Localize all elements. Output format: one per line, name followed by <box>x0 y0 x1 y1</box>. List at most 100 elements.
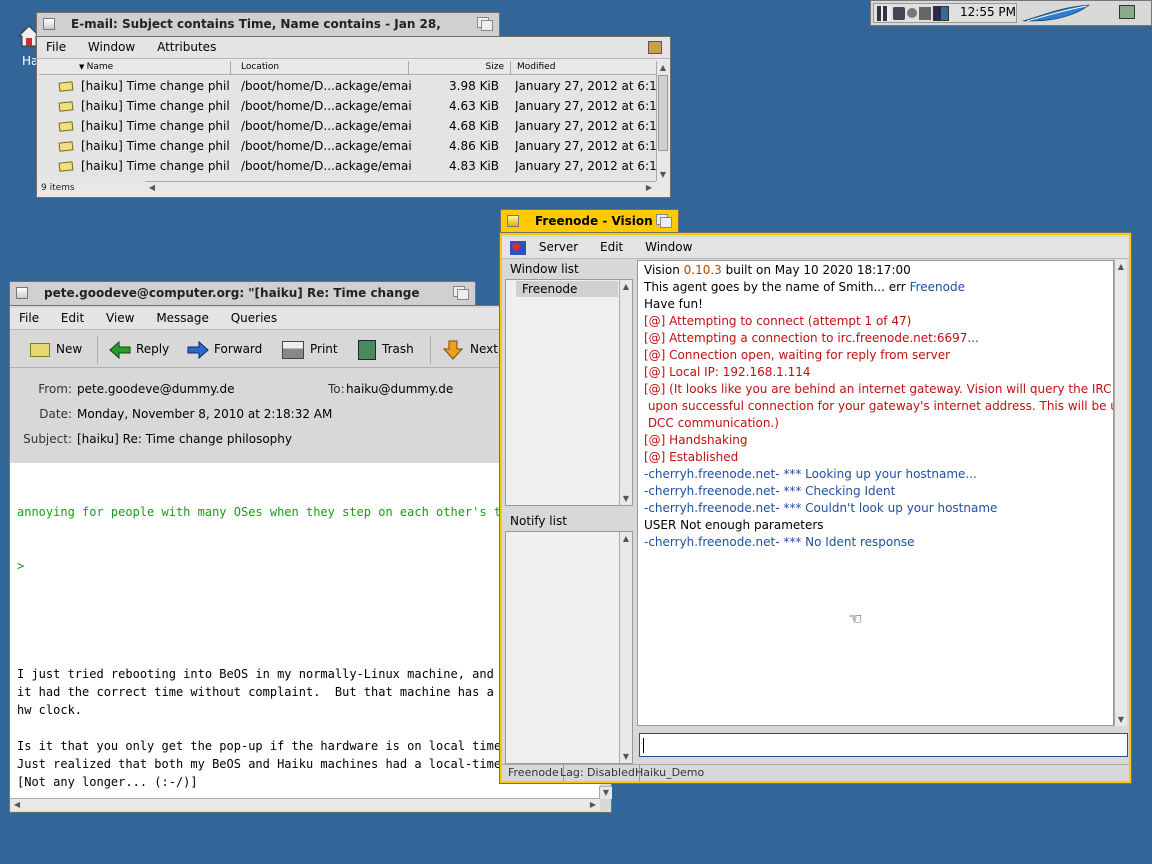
irc-log[interactable]: Vision 0.10.3 built on May 10 2020 18:17… <box>637 260 1114 726</box>
log-line: [@] (It looks like you are behind an int… <box>644 381 1112 398</box>
log-line: This agent goes by the name of Smith... … <box>644 279 1107 296</box>
printer-icon <box>282 340 304 359</box>
menu-file[interactable]: File <box>10 308 48 329</box>
query-vscroll[interactable]: ▲ ▼ <box>656 61 669 181</box>
menu-edit[interactable]: Edit <box>591 237 632 258</box>
log-segment: Freenode <box>909 280 965 294</box>
log-segment: built on May 10 2020 18:17:00 <box>721 263 911 277</box>
menu-attributes[interactable]: Attributes <box>148 37 225 58</box>
email-file-icon <box>58 81 74 92</box>
menu-window[interactable]: Window <box>636 237 701 258</box>
log-segment: [@] Attempting a connection to irc.freen… <box>644 331 979 345</box>
close-button[interactable] <box>43 18 55 30</box>
log-segment: [@] (It looks like you are behind an int… <box>644 382 1114 396</box>
subject-field[interactable]: [haiku] Re: Time change philosophy <box>77 432 292 446</box>
log-line: DCC communication.) <box>644 415 1107 432</box>
vision-app-icon[interactable] <box>510 240 526 255</box>
log-segment: [@] Local IP: 192.168.1.114 <box>644 365 811 379</box>
volume-icon[interactable] <box>907 8 917 18</box>
package-icon[interactable] <box>648 41 662 54</box>
col-modified[interactable]: Modified <box>511 61 656 74</box>
media-icon[interactable] <box>919 7 931 20</box>
window-list-item[interactable]: Freenode <box>516 281 618 297</box>
new-mail-icon <box>30 342 50 357</box>
menu-view[interactable]: View <box>97 308 143 329</box>
zoom-button[interactable] <box>453 286 469 300</box>
trash-button[interactable]: Trash <box>358 336 414 362</box>
email-file-icon <box>58 121 74 132</box>
new-button[interactable]: New <box>30 336 82 362</box>
cell-name: [haiku] Time change phil... <box>81 79 231 93</box>
close-button[interactable] <box>16 287 28 299</box>
window-list-panel: Window list Freenode ▲ ▼ <box>505 260 633 506</box>
from-field[interactable]: pete.goodeve@dummy.de <box>77 382 235 396</box>
tracker-icon <box>1119 5 1135 19</box>
leaf-menu-button[interactable] <box>1019 3 1099 23</box>
query-window: File Window Attributes ▼ Name Location S… <box>36 36 671 198</box>
table-row[interactable]: [haiku] Time change phil... /boot/home/D.… <box>39 116 656 136</box>
menu-queries[interactable]: Queries <box>222 308 286 329</box>
log-line: [@] Handshaking <box>644 432 1107 449</box>
log-segment: -cherryh.freenode.net- *** Looking up yo… <box>644 467 977 481</box>
query-window-tab[interactable]: E-mail: Subject contains Time, Name cont… <box>36 12 500 54</box>
vision-window-tab[interactable]: Freenode - Vision <box>500 209 679 233</box>
table-row[interactable]: [haiku] Time change phil... /boot/home/D.… <box>39 76 656 96</box>
table-row[interactable]: [haiku] Time change phil... /boot/home/D.… <box>39 136 656 156</box>
log-line: USER Not enough parameters <box>644 517 1107 534</box>
status-network: Freenode <box>508 765 564 781</box>
reply-button[interactable]: Reply <box>108 336 169 362</box>
menu-edit[interactable]: Edit <box>52 308 93 329</box>
log-segment: upon successful connection for your gate… <box>644 399 1114 413</box>
mail-hscroll[interactable]: ◀ ▶ <box>10 798 600 811</box>
zoom-button[interactable] <box>477 17 493 31</box>
query-hscroll[interactable]: ◀ ▶ <box>145 181 656 194</box>
workspaces-icon[interactable] <box>933 6 949 21</box>
col-name[interactable]: ▼ Name <box>39 61 231 74</box>
email-file-icon <box>58 161 74 172</box>
vision-statusbar: Freenode Lag: Disabled Haiku_Demo <box>502 764 1129 781</box>
cell-location: /boot/home/D...ackage/emails/ <box>241 99 411 113</box>
menu-file[interactable]: File <box>37 37 75 58</box>
menu-server[interactable]: Server <box>530 237 587 258</box>
network-icon[interactable] <box>893 7 905 20</box>
log-segment: -cherryh.freenode.net- *** Couldn't look… <box>644 501 998 515</box>
query-results: [haiku] Time change phil... /boot/home/D.… <box>39 76 656 181</box>
to-field[interactable]: haiku@dummy.de <box>346 382 453 396</box>
cell-modified: January 27, 2012 at 6:18 PM <box>515 159 656 173</box>
query-menubar: File Window Attributes <box>37 37 670 59</box>
log-segment: [@] Established <box>644 450 739 464</box>
clock[interactable]: 12:55 PM <box>960 5 1016 19</box>
table-row[interactable]: [haiku] Time change phil... /boot/home/D.… <box>39 156 656 176</box>
message-input[interactable] <box>639 733 1128 757</box>
table-row[interactable]: [haiku] Time change phil... /boot/home/D.… <box>39 96 656 116</box>
window-switcher-icon[interactable] <box>877 6 891 21</box>
cell-size: 4.86 KiB <box>449 139 499 153</box>
log-segment: This agent goes by the name of Smith... … <box>644 280 910 294</box>
date-label: Date: <box>39 407 72 421</box>
col-size[interactable]: Size <box>409 61 511 74</box>
menu-message[interactable]: Message <box>147 308 218 329</box>
window-list-vscroll[interactable]: ▲ ▼ <box>619 280 632 505</box>
notify-list-label: Notify list <box>510 514 567 528</box>
irc-log-vscroll[interactable]: ▲ ▼ <box>1114 260 1127 726</box>
log-line: [@] Connection open, waiting for reply f… <box>644 347 1107 364</box>
tracker-button[interactable] <box>1107 3 1147 23</box>
subject-label: Subject: <box>23 432 72 446</box>
mail-window-tab[interactable]: pete.goodeve@computer.org: "[haiku] Re: … <box>9 281 476 323</box>
next-button[interactable]: Next <box>442 336 498 362</box>
mail-vscroll[interactable]: ▼ <box>599 786 612 799</box>
zoom-button[interactable] <box>656 214 672 228</box>
log-segment: Vision <box>644 263 684 277</box>
notify-list-vscroll[interactable]: ▲ ▼ <box>619 532 632 763</box>
reply-arrow-icon <box>109 340 131 359</box>
close-button[interactable] <box>507 215 519 227</box>
print-button[interactable]: Print <box>282 336 338 362</box>
log-line: -cherryh.freenode.net- *** No Ident resp… <box>644 534 1107 551</box>
menu-window[interactable]: Window <box>79 37 144 58</box>
col-location[interactable]: Location <box>231 61 409 74</box>
notify-list: ▲ ▼ <box>505 531 633 764</box>
from-label: From: <box>38 382 72 396</box>
forward-button[interactable]: Forward <box>186 336 262 362</box>
log-line: [@] Attempting to connect (attempt 1 of … <box>644 313 1107 330</box>
log-segment: [@] Handshaking <box>644 433 748 447</box>
